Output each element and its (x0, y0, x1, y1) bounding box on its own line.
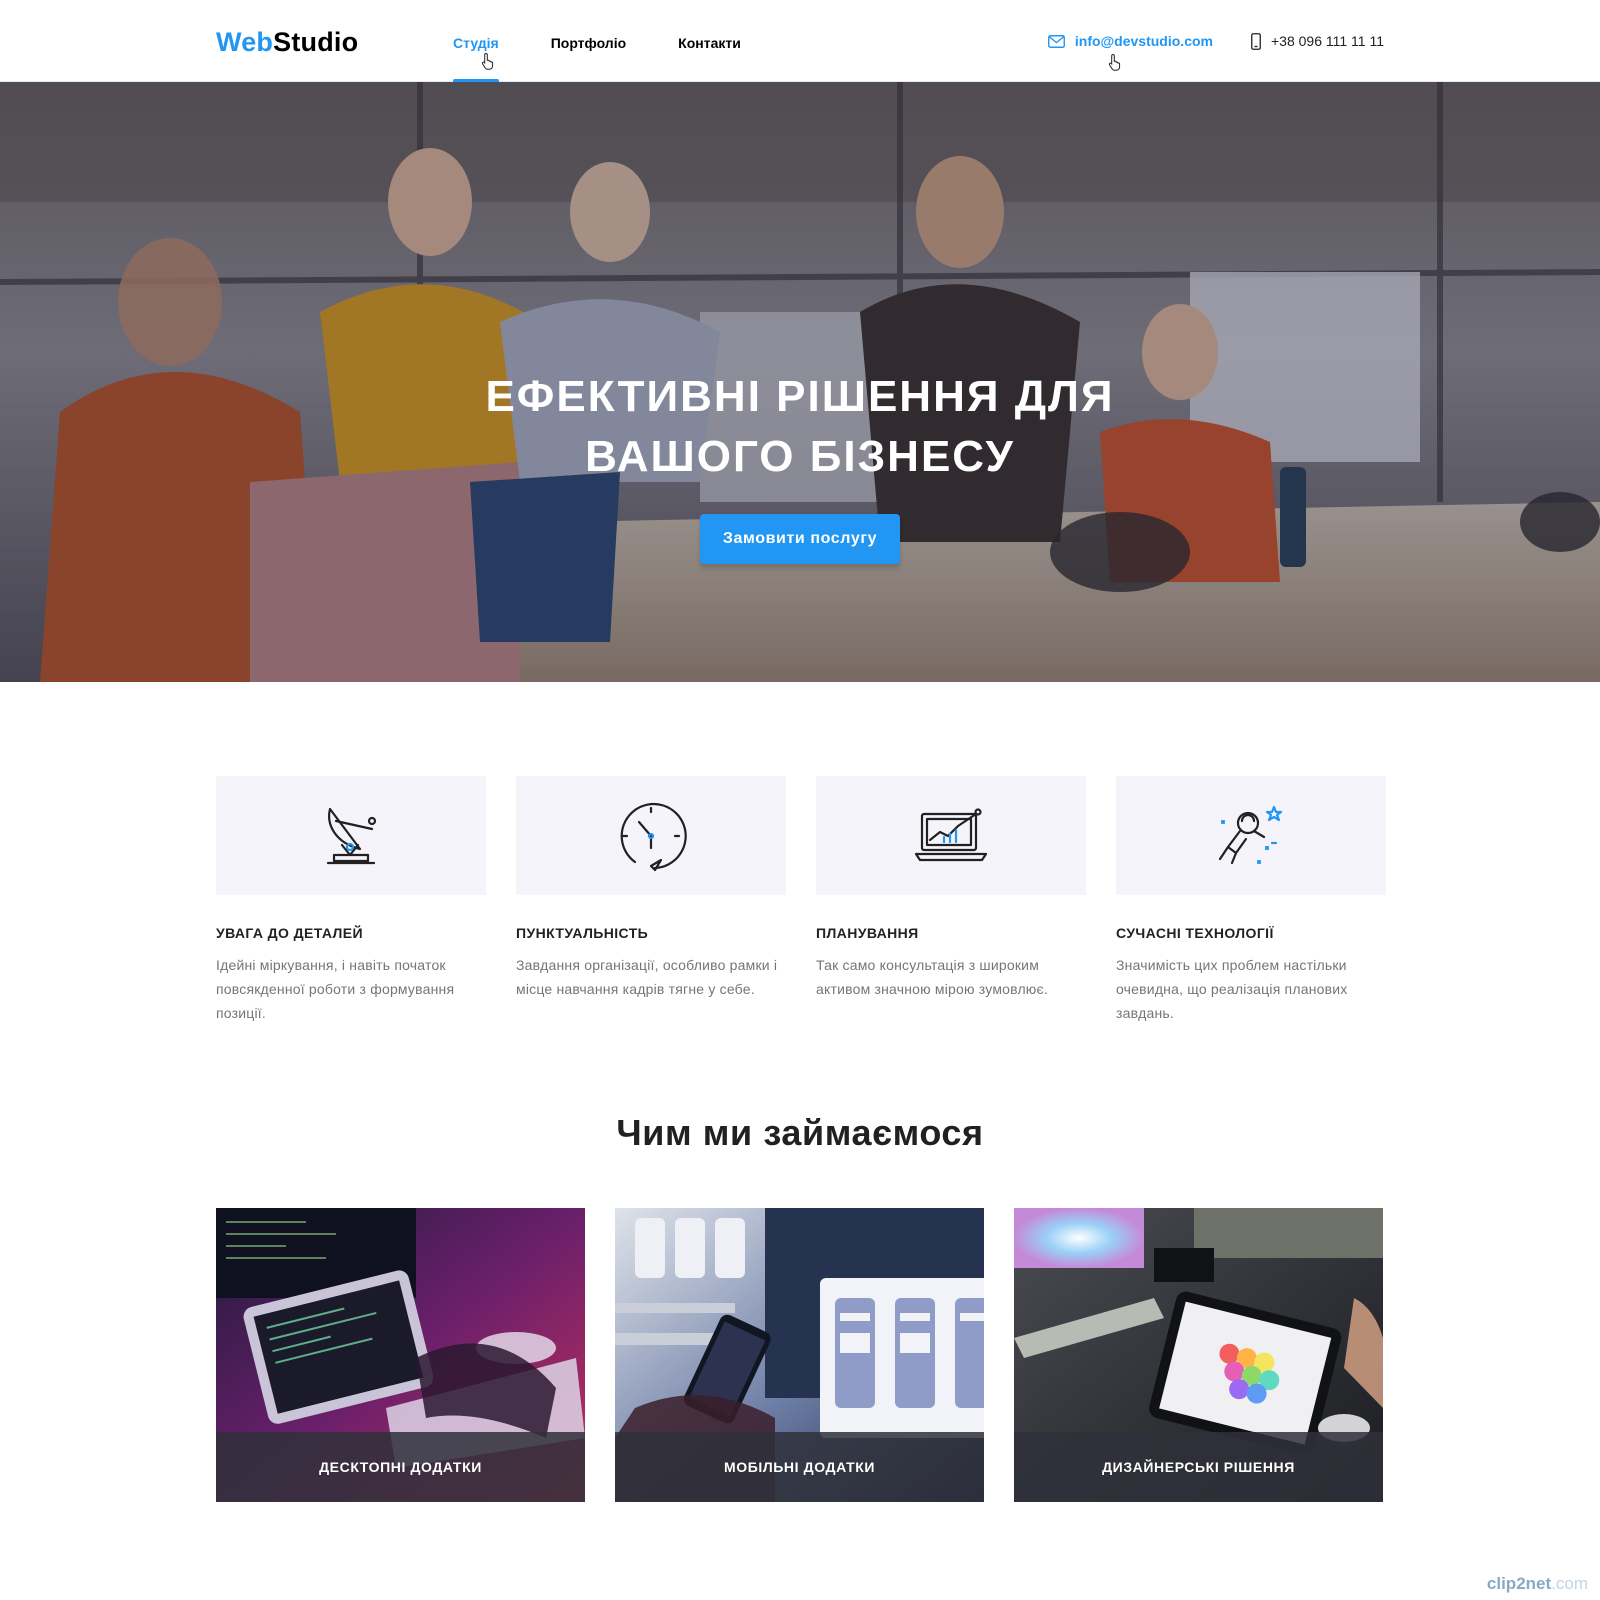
feature-icon-box (216, 776, 486, 895)
hero-title: Ефективні рішення для вашого бізнесу (0, 367, 1600, 487)
feature-title: Сучасні технології (1116, 925, 1274, 941)
phone-link[interactable]: +38 096 111 11 11 (1251, 32, 1384, 50)
header-contacts: info@devstudio.com +38 096 111 11 11 (1047, 0, 1384, 82)
hero-title-line2: вашого бізнесу (585, 432, 1015, 481)
astronaut-icon (1218, 805, 1283, 864)
watermark: clip2net.com (1487, 1574, 1588, 1594)
logo[interactable]: WebStudio (216, 26, 358, 58)
feature-text: Так само консультація з широким активом … (816, 957, 1048, 997)
hero-section: Ефективні рішення для вашого бізнесу Зам… (0, 82, 1600, 682)
feature-item: Сучасні технології Значимість цих пробле… (1116, 776, 1386, 1025)
clock-icon (620, 802, 687, 871)
feature-title: Пунктуальність (516, 925, 649, 941)
feature-text: Ідейні міркування, і навіть початок повс… (216, 957, 455, 1021)
hand-cursor-icon (481, 52, 494, 70)
logo-web: Web (216, 27, 274, 57)
feature-icon-box (516, 776, 786, 895)
feature-item: Планування Так само консультація з широк… (816, 776, 1086, 1025)
satellite-dish-icon (326, 807, 377, 864)
laptop-chart-icon (914, 807, 988, 861)
feature-icon-box (1116, 776, 1386, 895)
nav-contacts[interactable]: Контакти (678, 0, 741, 82)
watermark-suffix: .com (1551, 1574, 1588, 1593)
services-cards: Десктопні додатки Мобільні додатки (216, 1208, 1384, 1502)
feature-item: Увага до деталей Ідейні міркування, і на… (216, 776, 486, 1025)
feature-text: Завдання організації, особливо рамки і м… (516, 957, 778, 997)
feature-title: Планування (816, 925, 919, 941)
card-label: Дизайнерські рішення (1014, 1432, 1383, 1502)
email-text: info@devstudio.com (1074, 33, 1213, 49)
mail-icon (1047, 34, 1065, 48)
card-label: Мобільні додатки (615, 1432, 984, 1502)
watermark-brand: clip2net (1486, 1574, 1552, 1593)
order-service-button[interactable]: Замовити послугу (700, 514, 900, 564)
service-card-mobile[interactable]: Мобільні додатки (615, 1208, 984, 1502)
phone-text: +38 096 111 11 11 (1270, 33, 1384, 49)
feature-text: Значимість цих проблем настільки очевидн… (1116, 957, 1348, 1021)
section-title: Чим ми займаємося (616, 1112, 984, 1153)
email-link[interactable]: info@devstudio.com (1047, 33, 1213, 49)
service-card-design[interactable]: Дизайнерські рішення (1014, 1208, 1383, 1502)
feature-title: Увага до деталей (216, 925, 363, 941)
phone-icon (1251, 32, 1261, 50)
features: Увага до деталей Ідейні міркування, і на… (216, 776, 1386, 1025)
nav-portfolio[interactable]: Портфоліо (551, 0, 626, 82)
hero-title-line1: Ефективні рішення для (485, 372, 1115, 421)
card-label: Десктопні додатки (216, 1432, 585, 1502)
main-nav: Студія Портфоліо Контакти (453, 0, 793, 83)
hand-cursor-icon (1108, 53, 1121, 71)
site-header: WebStudio Студія Портфоліо Контакти info… (0, 0, 1600, 83)
logo-studio: Studio (273, 27, 359, 57)
feature-icon-box (816, 776, 1086, 895)
feature-item: Пунктуальність Завдання організації, осо… (516, 776, 786, 1025)
service-card-desktop[interactable]: Десктопні додатки (216, 1208, 585, 1502)
